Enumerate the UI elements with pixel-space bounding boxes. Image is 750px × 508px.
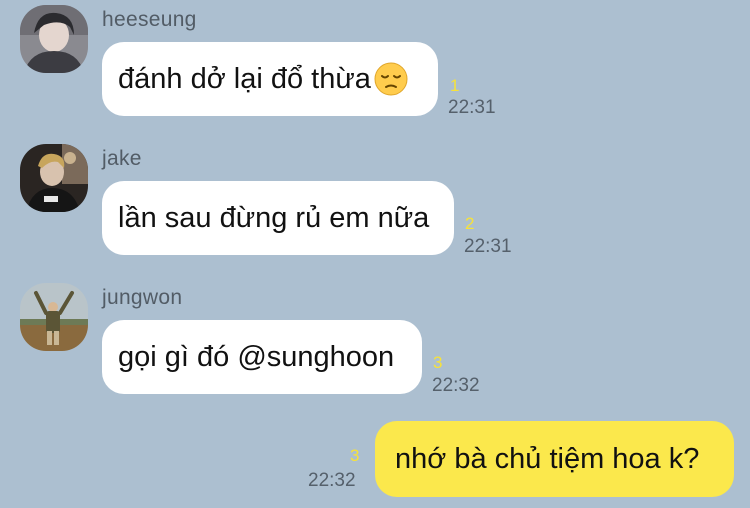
message-bubble[interactable]: đánh dở lại đổ thừa — [102, 42, 438, 116]
message-bubble[interactable]: lần sau đừng rủ em nữa — [102, 181, 454, 255]
message-timestamp: 22:31 — [464, 236, 512, 257]
user-photo-icon — [20, 5, 88, 73]
unread-count: 3 — [433, 353, 443, 372]
unread-count: 3 — [350, 446, 360, 465]
sender-name: jake — [102, 147, 142, 170]
user-photo-icon — [20, 283, 88, 351]
user-photo-icon — [20, 144, 88, 212]
avatar-jake[interactable] — [20, 144, 88, 212]
sender-name: heeseung — [102, 8, 197, 31]
unread-count: 2 — [465, 214, 475, 233]
my-message-bubble[interactable]: nhớ bà chủ tiệm hoa k? — [375, 421, 734, 497]
message-text: nhớ bà chủ tiệm hoa k? — [395, 442, 700, 475]
message-text: lần sau đừng rủ em nữa — [118, 201, 430, 234]
avatar-jungwon[interactable] — [20, 283, 88, 351]
message-bubble[interactable]: gọi gì đó @sunghoon — [102, 320, 422, 394]
unread-count: 1 — [450, 76, 460, 95]
pensive-face-emoji-icon — [374, 62, 408, 96]
message-timestamp: 22:32 — [308, 470, 356, 491]
message-timestamp: 22:31 — [448, 97, 496, 118]
message-text: đánh dở lại đổ thừa — [118, 62, 371, 95]
message-text: gọi gì đó @sunghoon — [118, 340, 395, 373]
message-timestamp: 22:32 — [432, 375, 480, 396]
avatar-heeseung[interactable] — [20, 5, 88, 73]
sender-name: jungwon — [102, 286, 183, 309]
